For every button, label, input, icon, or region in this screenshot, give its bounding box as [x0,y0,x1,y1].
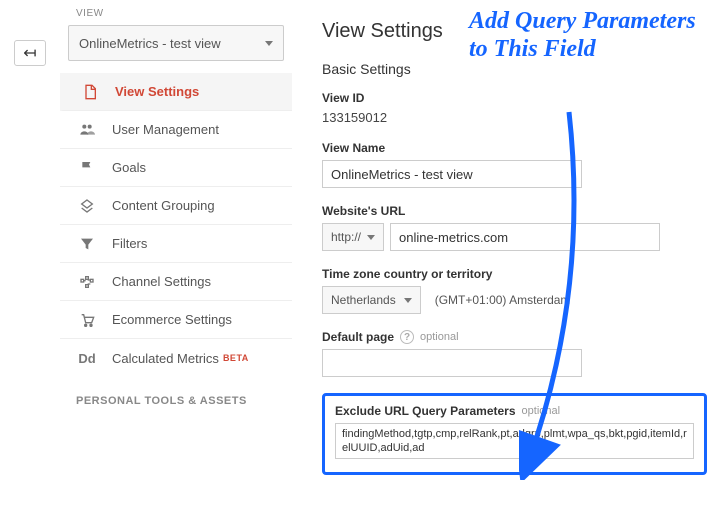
personal-tools-header: PERSONAL TOOLS & ASSETS [60,377,292,407]
calculated-icon: Dd [76,351,98,366]
protocol-value: http:// [331,230,361,244]
optional-hint: optional [420,331,459,343]
section-subtitle: Basic Settings [322,61,707,77]
view-name-input[interactable] [322,160,582,188]
protocol-select[interactable]: http:// [322,223,384,251]
nav-label: Goals [112,160,146,175]
page-title: View Settings [322,20,707,43]
timezone-country-value: Netherlands [331,293,396,307]
document-icon [79,84,101,100]
back-button[interactable]: ↤ [14,40,46,66]
nav-label: User Management [112,122,219,137]
nav-user-management[interactable]: User Management [60,111,292,149]
back-arrow-icon: ↤ [23,43,36,63]
filter-icon [76,236,98,252]
exclude-params-label: Exclude URL Query Parameters [335,404,516,418]
nav-view-settings[interactable]: View Settings [60,73,292,111]
nav-label: View Settings [115,84,199,99]
nav-calculated-metrics[interactable]: Dd Calculated Metrics BETA [60,339,292,377]
nav-filters[interactable]: Filters [60,225,292,263]
view-section-label: VIEW [60,8,292,25]
nav-channel-settings[interactable]: Channel Settings [60,263,292,301]
nav-content-grouping[interactable]: Content Grouping [60,187,292,225]
group-icon [76,198,98,214]
view-selector[interactable]: OnlineMetrics - test view [68,25,284,61]
exclude-params-highlight: Exclude URL Query Parameters optional [322,393,707,475]
nav-label: Channel Settings [112,274,211,289]
default-page-label: Default page [322,330,394,344]
beta-badge: BETA [223,353,249,363]
channel-icon [76,274,98,290]
view-id-value: 133159012 [322,110,707,125]
nav-label: Ecommerce Settings [112,312,232,327]
caret-down-icon [265,41,273,46]
view-id-label: View ID [322,91,707,105]
view-selector-label: OnlineMetrics - test view [79,36,221,51]
view-name-label: View Name [322,141,707,155]
website-url-input[interactable] [390,223,660,251]
nav-label: Filters [112,236,147,251]
timezone-label: Time zone country or territory [322,267,707,281]
nav-label: Content Grouping [112,198,215,213]
cart-icon [76,312,98,328]
website-url-label: Website's URL [322,204,707,218]
caret-down-icon [404,298,412,303]
flag-icon [76,160,98,176]
optional-hint: optional [522,405,561,417]
caret-down-icon [367,235,375,240]
nav-ecommerce-settings[interactable]: Ecommerce Settings [60,301,292,339]
exclude-params-input[interactable] [335,423,694,459]
timezone-country-select[interactable]: Netherlands [322,286,421,314]
help-icon[interactable]: ? [400,330,414,344]
users-icon [76,122,98,138]
timezone-offset: (GMT+01:00) Amsterdam [435,293,571,307]
nav-goals[interactable]: Goals [60,149,292,187]
nav-label: Calculated Metrics [112,351,219,366]
default-page-input[interactable] [322,349,582,377]
